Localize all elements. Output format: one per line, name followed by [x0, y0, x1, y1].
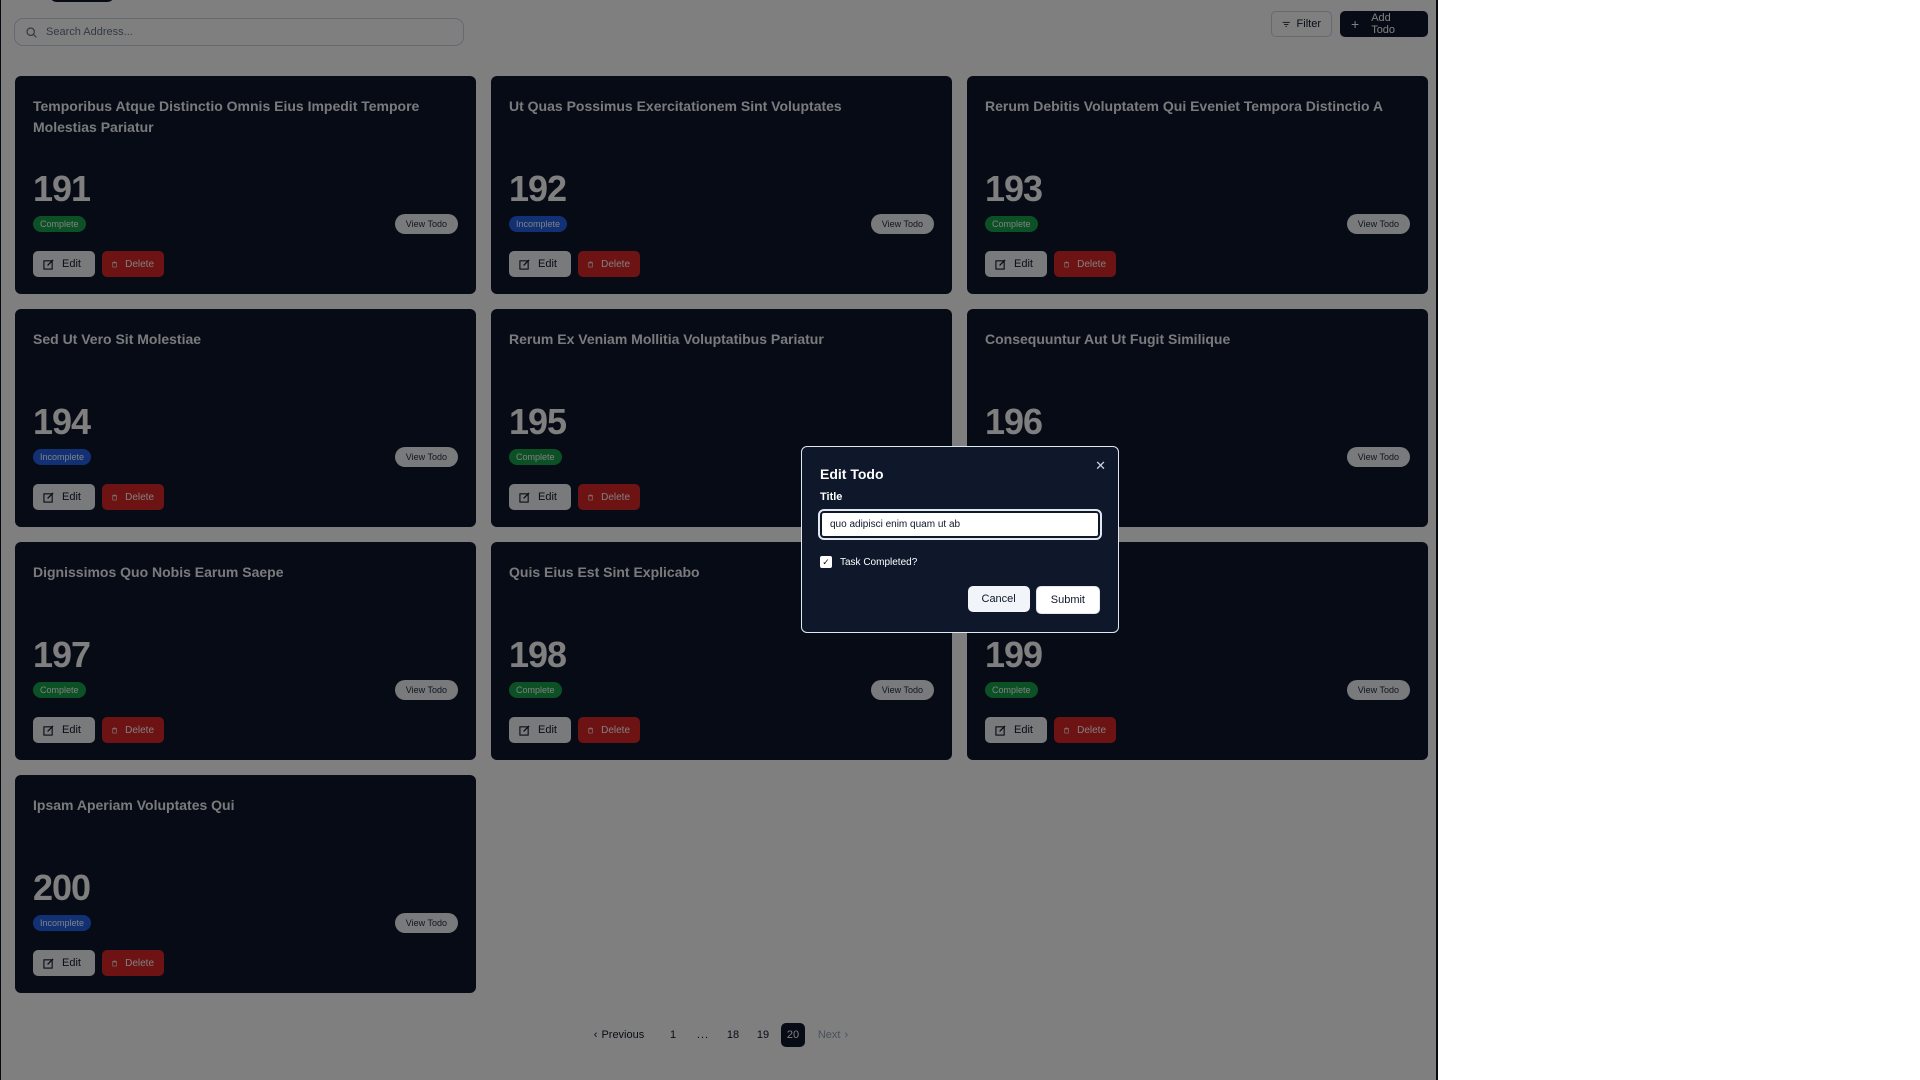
modal-actions: Cancel Submit	[967, 586, 1100, 614]
completed-label: Task Completed?	[840, 556, 918, 568]
modal-title: Edit Todo	[820, 466, 884, 482]
cancel-button[interactable]: Cancel	[967, 586, 1030, 612]
title-input[interactable]	[818, 509, 1102, 540]
close-icon[interactable]: ✕	[1095, 458, 1106, 474]
submit-button[interactable]: Submit	[1035, 586, 1100, 614]
title-label: Title	[820, 491, 843, 503]
completed-row: ✓ Task Completed?	[820, 556, 1100, 568]
edit-todo-modal: Edit Todo ✕ Title ✓ Task Completed? Canc…	[801, 446, 1119, 633]
modal-overlay[interactable]	[0, 0, 1438, 1080]
completed-checkbox[interactable]: ✓	[820, 556, 832, 568]
